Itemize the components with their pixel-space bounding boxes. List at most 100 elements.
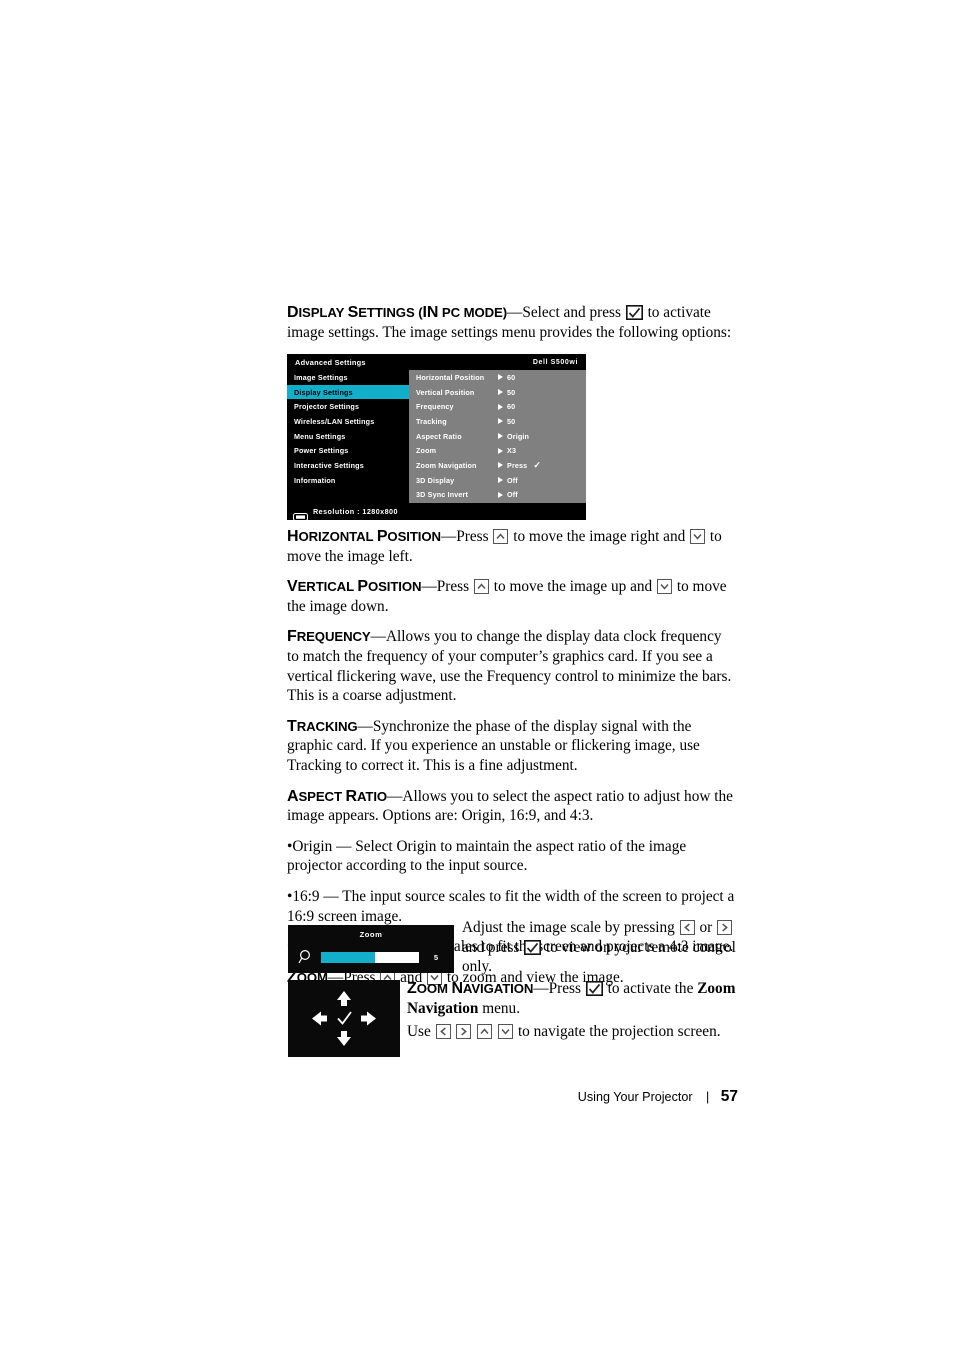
osd-row-horizontal-position[interactable]: Horizontal Position 60 (409, 370, 586, 385)
zoom-side-text-3: and press (462, 938, 520, 956)
osd-title: Advanced Settings (295, 357, 366, 367)
hp-text-2: to move the image right and (513, 528, 686, 545)
vp-text-1: Press (436, 578, 470, 596)
right-triangle-icon (493, 418, 507, 424)
zn-text-3: menu. (482, 999, 521, 1017)
sidebar-item-label: Wireless/LAN Settings (294, 416, 375, 426)
osd-resolution-label: Resolution : 1280x800 (313, 507, 398, 516)
sidebar-item-label: Projector Settings (294, 402, 360, 412)
enter-key-icon (625, 305, 643, 320)
zoom-navigation-para2: Use to navigate the projection screen. (407, 1022, 740, 1042)
osd-row-aspect-ratio[interactable]: Aspect Ratio Origin (409, 429, 586, 444)
zoom-side-text-2: or (699, 919, 713, 936)
osd-row-label: Frequency (416, 402, 454, 412)
osd-row-label: Zoom (416, 446, 437, 456)
osd-model-label: Dell S500wi (532, 358, 578, 366)
osd-row-tracking[interactable]: Tracking 50 (409, 414, 586, 429)
intro-text-1: Select and press (522, 304, 621, 321)
display-settings-intro: DISPLAY SETTINGS (IN PC MODE)—Select and… (287, 303, 737, 342)
zoom-widget-title: Zoom (359, 930, 383, 939)
footer-separator: | (706, 1090, 710, 1104)
osd-row-value: 60 (507, 372, 516, 382)
hp-text-1: Press (456, 528, 489, 545)
zoom-navigation-para1: ZOOM NAVIGATION—Press to activate the Zo… (407, 980, 736, 1017)
osd-row-value: Press (507, 460, 528, 470)
osd-sidebar: Image Settings Display Settings Projecto… (287, 370, 409, 503)
sidebar-item-menu-settings[interactable]: Menu Settings (287, 429, 409, 444)
tracking-term: TRACKING (287, 717, 358, 735)
sidebar-item-projector-settings[interactable]: Projector Settings (287, 399, 409, 414)
vertical-position-section: VERTICAL POSITION—Press to move the imag… (287, 578, 727, 615)
zoom-slider-track[interactable] (321, 952, 419, 963)
osd-row-zoom[interactable]: Zoom X3 (409, 443, 586, 458)
osd-row-vertical-position[interactable]: Vertical Position 50 (409, 385, 586, 400)
sidebar-item-display-settings[interactable]: Display Settings (287, 384, 409, 400)
page-number: 57 (720, 1088, 738, 1105)
zn-text-4: Use (407, 1023, 431, 1041)
aspect-ratio-section: ASPECT RATIO—Allows you to select the as… (287, 787, 733, 825)
up-key-icon (493, 529, 509, 544)
zn-text-1: Press (548, 980, 581, 997)
right-triangle-icon (493, 477, 507, 483)
right-triangle-icon (493, 389, 507, 395)
check-icon (337, 1011, 352, 1025)
sidebar-item-label: Image Settings (294, 372, 348, 382)
right-key-icon (456, 1024, 472, 1040)
zoom-navigation-term: ZOOM NAVIGATION (407, 980, 534, 997)
osd-row-value: 60 (507, 402, 516, 412)
tracking-section: TRACKING—Synchronize the phase of the di… (287, 717, 700, 774)
sidebar-item-label: Information (294, 475, 336, 485)
vp-text-2: to move the image up and (493, 578, 653, 596)
left-arrow-icon (312, 1011, 327, 1026)
resolution-icon (293, 508, 308, 520)
frequency-term: FREQUENCY (287, 628, 371, 646)
left-key-icon (679, 920, 695, 935)
up-arrow-icon (337, 991, 351, 1006)
aspect-ratio-bullet-origin: •Origin — Select Origin to maintain the … (287, 837, 687, 875)
up-key-icon (477, 1024, 493, 1040)
osd-row-label: Tracking (416, 416, 447, 426)
horizontal-position-section: HORIZONTAL POSITION—Press to move the im… (287, 528, 722, 565)
right-triangle-icon (493, 462, 507, 468)
magnifier-icon (298, 949, 314, 965)
vertical-position-term: VERTICAL POSITION (287, 578, 422, 596)
zoom-osd-widget: Zoom 5 (288, 925, 454, 973)
zn-text-5: to navigate the projection screen. (517, 1023, 721, 1041)
display-settings-term: DISPLAY SETTINGS (IN PC MODE) (287, 304, 508, 321)
right-key-icon (717, 920, 733, 935)
right-triangle-icon (493, 404, 507, 410)
sidebar-item-label: Menu Settings (294, 431, 346, 441)
osd-row-value: 50 (507, 387, 516, 397)
osd-row-frequency[interactable]: Frequency 60 (409, 399, 586, 414)
down-key-icon (690, 529, 706, 544)
sidebar-item-power-settings[interactable]: Power Settings (287, 443, 409, 458)
sidebar-item-label: Interactive Settings (294, 460, 364, 470)
sidebar-item-information[interactable]: Information (287, 473, 409, 488)
zoom-side-description: Adjust the image scale by pressing or an… (462, 918, 740, 977)
osd-row-value: 50 (507, 416, 516, 426)
horizontal-position-term: HORIZONTAL POSITION (287, 528, 441, 545)
sidebar-item-interactive-settings[interactable]: Interactive Settings (287, 458, 409, 473)
document-page: DISPLAY SETTINGS (IN PC MODE)—Select and… (0, 0, 954, 1351)
osd-settings-list: Horizontal Position 60 Vertical Position… (409, 370, 586, 503)
down-key-icon (498, 1024, 514, 1040)
osd-row-value: X3 (507, 446, 517, 456)
osd-row-label: Aspect Ratio (416, 431, 462, 441)
sidebar-item-label: Power Settings (294, 446, 349, 456)
footer-chapter-label: Using Your Projector (577, 1090, 693, 1104)
osd-row-3d-display[interactable]: 3D Display Off (409, 473, 586, 488)
sidebar-item-wireless-lan-settings[interactable]: Wireless/LAN Settings (287, 414, 409, 429)
frequency-section: FREQUENCY—Allows you to change the displ… (287, 628, 732, 705)
right-triangle-icon (493, 374, 507, 380)
sidebar-item-image-settings[interactable]: Image Settings (287, 370, 409, 385)
page-content: DISPLAY SETTINGS (IN PC MODE)—Select and… (287, 303, 737, 351)
osd-row-zoom-navigation[interactable]: Zoom Navigation Press ✓ (409, 458, 586, 473)
osd-body: Image Settings Display Settings Projecto… (287, 370, 586, 503)
aspect-ratio-term: ASPECT RATIO (287, 787, 388, 805)
osd-row-3d-sync-invert[interactable]: 3D Sync Invert Off (409, 488, 586, 503)
right-arrow-icon (361, 1011, 376, 1026)
zoom-slider-fill (321, 952, 375, 963)
zoom-slider-value: 5 (433, 953, 439, 962)
osd-row-label: Vertical Position (416, 387, 475, 397)
osd-row-value: Off (507, 475, 518, 485)
